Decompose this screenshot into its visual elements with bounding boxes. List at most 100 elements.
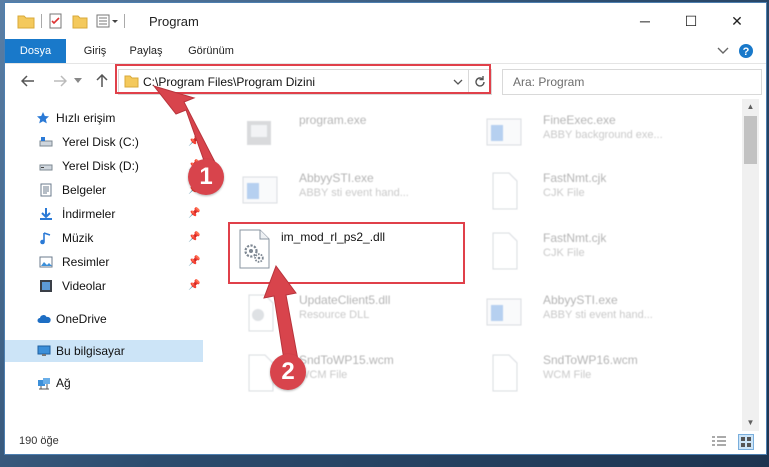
sidebar-item-videos[interactable]: Videolar 📌 — [5, 275, 203, 297]
music-icon — [40, 232, 51, 245]
network-icon — [38, 378, 50, 390]
app-window-icon — [242, 176, 278, 204]
forward-button[interactable] — [49, 71, 71, 91]
tab-share[interactable]: Paylaş — [123, 39, 169, 63]
recent-locations-button[interactable] — [71, 71, 85, 91]
pin-icon: 📌 — [188, 208, 201, 219]
scroll-up-icon[interactable]: ▲ — [742, 100, 759, 114]
sidebar-item-label: Videolar — [62, 279, 106, 293]
file-description: ABBY background exe... — [543, 129, 663, 141]
minimize-button[interactable]: ─ — [622, 3, 668, 39]
sidebar-item-onedrive[interactable]: OneDrive — [5, 308, 203, 330]
tab-file[interactable]: Dosya — [5, 39, 66, 63]
customize-toolbar-icon[interactable] — [96, 13, 118, 29]
file-description: Resource DLL — [299, 309, 370, 321]
sidebar-item-local-disk-c[interactable]: Yerel Disk (C:) 📌 — [5, 131, 203, 153]
title-bar: Program ─ ☐ ✕ — [5, 3, 766, 39]
file-name: AbbyySTI.exe — [299, 171, 374, 185]
file-description: CJK File — [543, 247, 585, 259]
drive-icon — [39, 164, 53, 171]
file-name: SndToWP16.wcm — [543, 353, 638, 367]
file-description: WCM File — [543, 369, 592, 381]
tab-home[interactable]: Giriş — [75, 39, 115, 63]
up-arrow-icon — [96, 74, 108, 87]
download-icon — [40, 208, 52, 220]
navigation-pane: Hızlı erişim Yerel Disk (C:) 📌 Yerel Dis… — [5, 103, 204, 423]
tab-view[interactable]: Görünüm — [183, 39, 239, 63]
sidebar-item-documents[interactable]: Belgeler 📌 — [5, 179, 203, 201]
star-icon — [37, 112, 49, 124]
sidebar-item-music[interactable]: Müzik 📌 — [5, 227, 203, 249]
pin-icon: 📌 — [188, 280, 201, 291]
sidebar-item-label: Bu bilgisayar — [56, 344, 125, 358]
separator — [41, 14, 42, 28]
properties-icon[interactable] — [48, 13, 64, 29]
app-window-icon — [486, 118, 522, 146]
maximize-button[interactable]: ☐ — [668, 3, 714, 39]
file-description: CJK File — [543, 187, 585, 199]
file-tile[interactable]: FastNmt.cjk CJK File — [469, 225, 699, 277]
sidebar-item-this-pc[interactable]: Bu bilgisayar — [5, 340, 203, 362]
sidebar-item-label: Resimler — [62, 255, 110, 269]
folder-icon — [17, 15, 35, 29]
search-placeholder[interactable]: Ara: Program — [513, 75, 584, 89]
computer-icon — [37, 345, 51, 356]
pin-icon: 📌 — [188, 256, 201, 267]
sidebar-item-quick-access[interactable]: Hızlı erişim — [5, 107, 203, 129]
file-tile[interactable]: FastNmt.cjk CJK File — [469, 165, 699, 217]
videos-icon — [40, 280, 52, 292]
pin-icon: 📌 — [188, 136, 201, 147]
file-name: AbbyySTI.exe — [543, 293, 618, 307]
file-description: ABBY sti event hand... — [543, 309, 653, 321]
scroll-down-icon[interactable]: ▼ — [742, 416, 759, 430]
expand-ribbon-icon[interactable] — [717, 46, 729, 56]
address-bar-highlight — [115, 64, 491, 94]
chevron-down-icon — [74, 78, 82, 83]
step-1-badge: 1 — [188, 159, 224, 195]
sidebar-item-label: Müzik — [62, 231, 94, 245]
search-box[interactable]: Ara: Program — [502, 69, 762, 95]
dll-file-icon — [248, 294, 274, 332]
file-description: WCM File — [299, 369, 348, 381]
file-tile[interactable]: UpdateClient5.dll Resource DLL — [225, 287, 455, 339]
file-name: UpdateClient5.dll — [299, 293, 391, 307]
cloud-icon — [37, 315, 51, 323]
sidebar-item-label: Hızlı erişim — [56, 111, 116, 125]
file-tile[interactable]: AbbyySTI.exe ABBY sti event hand... — [469, 287, 699, 339]
scrollbar-thumb[interactable] — [744, 116, 757, 164]
quick-access-toolbar — [17, 12, 131, 30]
file-name: program.exe — [299, 113, 367, 127]
drive-icon — [39, 137, 53, 147]
file-tile[interactable]: program.exe — [225, 107, 455, 159]
pin-icon: 📌 — [188, 232, 201, 243]
svg-text:?: ? — [743, 46, 750, 58]
up-button[interactable] — [91, 71, 113, 91]
new-folder-icon[interactable] — [72, 13, 88, 29]
forward-arrow-icon — [54, 75, 67, 87]
sidebar-item-label: Belgeler — [62, 183, 107, 197]
sidebar-item-label: Yerel Disk (C:) — [62, 135, 139, 149]
blank-file-icon — [492, 232, 518, 270]
help-icon[interactable]: ? — [738, 43, 754, 59]
vertical-scrollbar[interactable]: ▲ ▼ — [742, 99, 759, 431]
sidebar-item-pictures[interactable]: Resimler 📌 — [5, 251, 203, 273]
app-window-icon — [486, 298, 522, 326]
sidebar-item-local-disk-d[interactable]: Yerel Disk (D:) 📌 — [5, 155, 203, 177]
file-name: SndToWP15.wcm — [299, 353, 394, 367]
blank-file-icon — [492, 354, 518, 392]
file-tile[interactable]: FineExec.exe ABBY background exe... — [469, 107, 699, 159]
file-tile[interactable]: SndToWP16.wcm WCM File — [469, 347, 699, 399]
large-icons-view-icon[interactable] — [738, 434, 754, 450]
sidebar-item-network[interactable]: Ağ — [5, 372, 203, 394]
status-bar: 190 öğe — [5, 431, 766, 453]
back-button[interactable] — [17, 71, 39, 91]
file-name: FineExec.exe — [543, 113, 616, 127]
file-description: ABBY sti event hand... — [299, 187, 409, 199]
file-tile[interactable]: SndToWP15.wcm WCM File — [225, 347, 455, 399]
file-tile[interactable]: AbbyySTI.exe ABBY sti event hand... — [225, 165, 455, 217]
close-button[interactable]: ✕ — [714, 3, 760, 39]
separator — [124, 14, 125, 28]
details-view-icon[interactable] — [711, 435, 727, 449]
sidebar-item-downloads[interactable]: İndirmeler 📌 — [5, 203, 203, 225]
step-2-badge: 2 — [270, 354, 306, 390]
